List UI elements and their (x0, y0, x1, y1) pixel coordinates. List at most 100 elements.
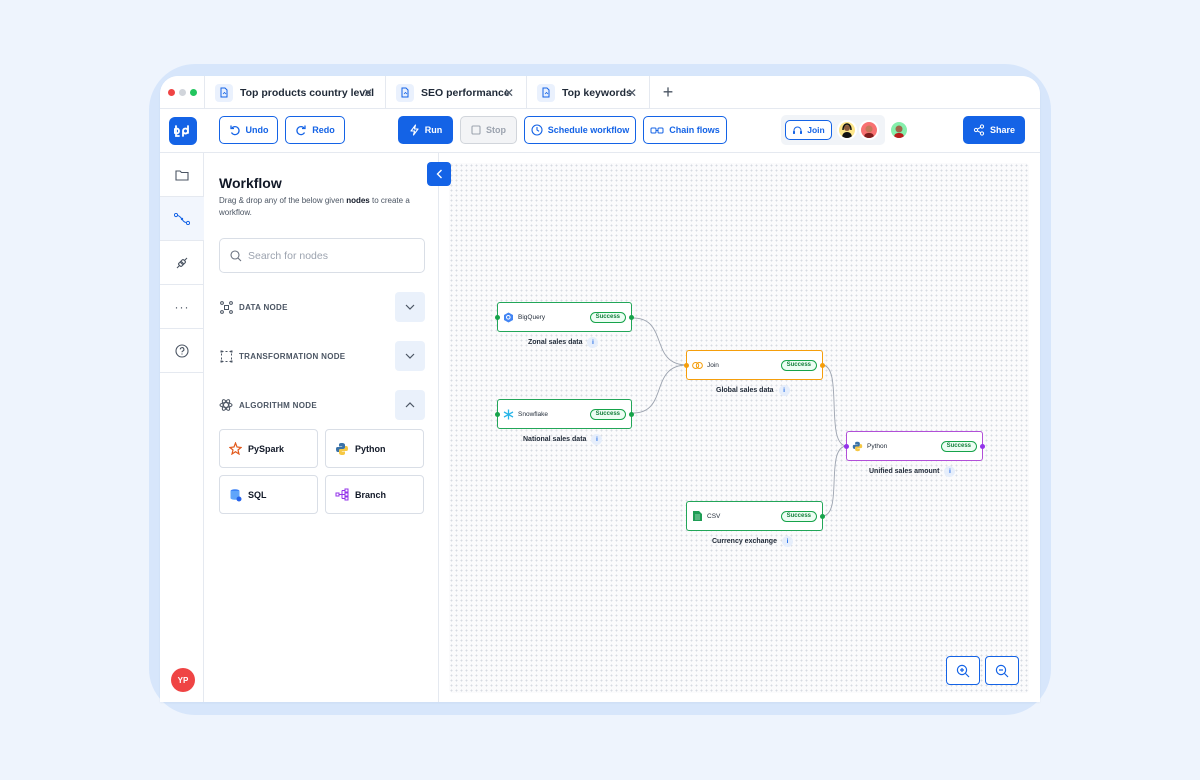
file-icon (537, 83, 555, 102)
input-port[interactable] (684, 363, 689, 368)
workflow-canvas[interactable]: BigQuery Success Zonal sales data i Snowf… (449, 163, 1029, 693)
chain-flows-button[interactable]: Chain flows (643, 116, 727, 144)
node-card-label: PySpark (248, 443, 285, 454)
avatar[interactable] (889, 120, 909, 140)
undo-label: Undo (245, 125, 269, 135)
close-icon[interactable]: ✕ (504, 86, 514, 100)
close-icon[interactable]: ✕ (627, 86, 637, 100)
python-icon (852, 441, 863, 452)
output-port[interactable] (820, 514, 825, 519)
node-type: Snowflake (518, 410, 548, 418)
file-icon (215, 83, 233, 102)
redo-button[interactable]: Redo (285, 116, 345, 144)
avatar[interactable] (837, 120, 857, 140)
info-icon[interactable]: i (781, 536, 793, 547)
status-badge: Success (589, 409, 626, 420)
schedule-workflow-button[interactable]: Schedule workflow (524, 116, 636, 144)
tab-top-products[interactable]: Top products country level ✕ (204, 76, 385, 109)
section-algorithm-node[interactable]: ALGORITHM NODE (219, 390, 425, 420)
node-caption: Currency exchange i (712, 536, 793, 547)
node-bigquery[interactable]: BigQuery Success (495, 302, 634, 332)
search-input[interactable] (248, 249, 408, 262)
lightning-icon (410, 124, 419, 136)
zoom-in-button[interactable] (946, 656, 980, 685)
node-caption: Unified sales amount i (869, 466, 956, 477)
info-icon[interactable]: i (944, 466, 956, 477)
pyspark-icon (229, 442, 242, 455)
section-data-node[interactable]: DATA NODE (219, 292, 425, 322)
node-join[interactable]: Join Success (684, 350, 825, 380)
node-caption: Global sales data i (716, 385, 790, 396)
run-button[interactable]: Run (398, 116, 453, 144)
chevron-down-icon[interactable] (395, 341, 425, 371)
output-port[interactable] (629, 412, 634, 417)
app-logo[interactable] (169, 117, 197, 145)
user-avatar[interactable]: YP (171, 668, 195, 692)
minimize-dot[interactable] (179, 89, 186, 96)
output-port[interactable] (980, 444, 985, 449)
join-button[interactable]: Join (785, 120, 832, 140)
edge (821, 364, 848, 447)
tab-seo-performance[interactable]: SEO performance ✕ (385, 76, 526, 109)
output-port[interactable] (629, 315, 634, 320)
file-icon (396, 83, 414, 102)
node-snowflake[interactable]: Snowflake Success (495, 399, 634, 429)
stop-button[interactable]: Stop (460, 116, 517, 144)
input-port[interactable] (495, 412, 500, 417)
close-icon[interactable]: ✕ (363, 86, 373, 100)
info-icon[interactable]: i (778, 385, 790, 396)
info-icon[interactable]: i (587, 337, 599, 348)
tab-top-keywords[interactable]: Top keywords ✕ (526, 76, 650, 109)
chevron-down-icon[interactable] (395, 292, 425, 322)
node-card-sql[interactable]: SQL (219, 475, 318, 514)
zoom-in-icon (956, 664, 970, 677)
window-controls (168, 89, 197, 96)
bigquery-icon (503, 312, 514, 323)
rail-more[interactable]: ··· (160, 285, 204, 329)
chain-icon (650, 127, 664, 133)
collaborators-group: Join (781, 115, 909, 145)
folder-icon (175, 169, 189, 181)
input-port[interactable] (495, 315, 500, 320)
undo-button[interactable]: Undo (219, 116, 278, 144)
branch-icon (335, 488, 349, 501)
zoom-out-icon (995, 664, 1009, 677)
share-button[interactable]: Share (963, 116, 1025, 144)
info-icon[interactable]: i (591, 434, 603, 445)
zoom-out-button[interactable] (985, 656, 1019, 685)
output-port[interactable] (820, 363, 825, 368)
join-label: Join (807, 125, 825, 135)
node-python[interactable]: Python Success (844, 431, 985, 461)
section-label: TRANSFORMATION NODE (239, 351, 346, 361)
close-dot[interactable] (168, 89, 175, 96)
section-transformation-node[interactable]: TRANSFORMATION NODE (219, 341, 425, 371)
rail-connections[interactable] (160, 241, 204, 285)
status-badge: Success (780, 511, 817, 522)
node-caption: Zonal sales data i (528, 337, 599, 348)
rail-files[interactable] (160, 153, 204, 197)
input-port[interactable] (844, 444, 849, 449)
tab-bar: Top products country level ✕ SEO perform… (160, 76, 1040, 109)
node-csv[interactable]: CSV Success (686, 501, 825, 531)
clock-icon (531, 124, 543, 136)
node-card-pyspark[interactable]: PySpark (219, 429, 318, 468)
undo-icon (229, 125, 240, 136)
add-tab-icon[interactable]: + (657, 82, 679, 103)
section-label: ALGORITHM NODE (239, 400, 317, 410)
node-search[interactable] (219, 238, 425, 273)
node-card-branch[interactable]: Branch (325, 475, 424, 514)
transformation-icon (219, 349, 233, 363)
chevron-left-icon (436, 169, 442, 179)
collapse-panel-button[interactable] (427, 162, 451, 186)
help-icon (175, 343, 189, 358)
node-type: BigQuery (518, 313, 546, 321)
avatar[interactable] (859, 120, 879, 140)
maximize-dot[interactable] (190, 89, 197, 96)
rail-help[interactable] (160, 329, 204, 373)
chevron-up-icon[interactable] (395, 390, 425, 420)
node-type: CSV (707, 512, 721, 520)
status-badge: Success (589, 312, 626, 323)
redo-icon (296, 125, 306, 136)
rail-workflow[interactable] (160, 197, 204, 241)
node-card-python[interactable]: Python (325, 429, 424, 468)
